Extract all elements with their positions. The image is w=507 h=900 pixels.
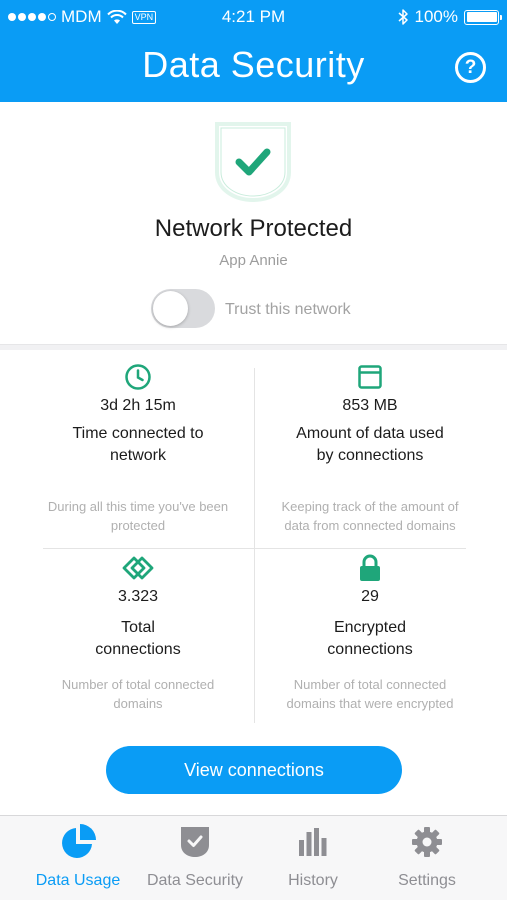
status-bar-right: 100%	[398, 7, 502, 27]
battery-icon	[464, 9, 502, 25]
shield-check-icon	[215, 122, 291, 203]
stat-value: 853 MB	[342, 397, 398, 414]
stat-data-used: 853 MB Amount of data used by connection…	[265, 362, 475, 535]
tab-data-usage[interactable]: Data Usage	[15, 824, 141, 890]
stat-description: During all this time you've been protect…	[47, 499, 229, 533]
toggle-knob	[153, 291, 188, 326]
section-divider	[0, 344, 507, 350]
tab-settings[interactable]: Settings	[364, 824, 490, 890]
tab-history[interactable]: History	[250, 824, 376, 890]
stat-description: Number of total connected domains	[61, 677, 215, 711]
grid-divider-horizontal	[43, 548, 466, 549]
view-connections-button[interactable]: View connections	[106, 746, 402, 794]
stat-total-connections: 3.323 Total connections Number of total …	[33, 553, 243, 713]
stat-description: Number of total connected domains that w…	[286, 677, 454, 711]
lock-icon	[360, 554, 380, 581]
tab-label: History	[288, 872, 338, 889]
stat-label: Total connections	[95, 619, 181, 658]
tab-label: Data Usage	[35, 872, 121, 889]
tab-bar: Data Usage Data Security History Setting…	[0, 815, 507, 900]
clock-icon	[125, 364, 151, 390]
stat-label: Amount of data used by connections	[296, 425, 444, 464]
trust-network-toggle[interactable]	[151, 289, 215, 328]
stat-time-connected: 3d 2h 15m Time connected to network Duri…	[33, 362, 243, 535]
status-bar: MDM VPN 4:21 PM 100%	[0, 0, 507, 34]
gear-icon	[412, 827, 442, 857]
grid-divider-vertical	[254, 368, 255, 723]
app-header: MDM VPN 4:21 PM 100% Data Security ?	[0, 0, 507, 102]
help-button[interactable]: ?	[455, 52, 486, 83]
stat-description: Keeping track of the amount of data from…	[281, 499, 459, 533]
protection-status: Network Protected	[154, 215, 353, 242]
shield-icon	[181, 827, 209, 857]
stat-encrypted-connections: 29 Encrypted connections Number of total…	[265, 553, 475, 713]
network-name: App Annie	[219, 252, 288, 269]
bar-chart-icon	[299, 828, 327, 856]
bluetooth-icon	[398, 9, 408, 25]
page-title: Data Security	[142, 44, 365, 85]
trust-network-label: Trust this network	[225, 301, 351, 318]
tab-data-security[interactable]: Data Security	[132, 824, 258, 890]
stat-label: Time connected to network	[72, 425, 204, 464]
stat-value: 29	[361, 588, 379, 605]
stat-value: 3d 2h 15m	[100, 397, 176, 414]
battery-percent: 100%	[414, 7, 458, 26]
pie-chart-icon	[62, 824, 96, 858]
tab-label: Data Security	[146, 872, 244, 889]
tab-label: Settings	[398, 872, 456, 889]
stat-value: 3.323	[117, 588, 159, 605]
connections-diamond-icon	[122, 556, 154, 580]
stat-label: Encrypted connections	[327, 619, 413, 658]
browser-window-icon	[358, 365, 382, 389]
